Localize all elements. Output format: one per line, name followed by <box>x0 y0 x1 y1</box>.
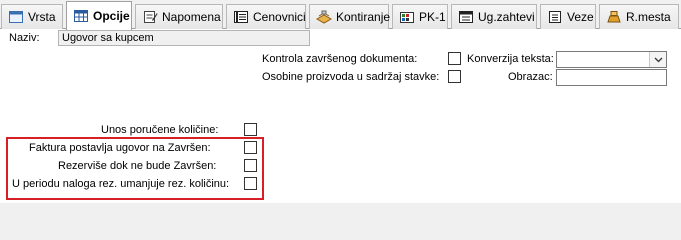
tab-ugzahtevi[interactable]: Ug.zahtevi <box>451 4 537 29</box>
unos-label: Unos poručene količine: <box>101 124 219 136</box>
tab-label: Vrsta <box>28 10 56 24</box>
unos-checkbox[interactable] <box>244 123 257 136</box>
naziv-field[interactable]: Ugovor sa kupcem <box>58 30 310 46</box>
ledger-icon <box>315 10 333 24</box>
obrazac-field[interactable] <box>556 69 667 86</box>
faktura-label: Faktura postavlja ugovor na Završen: <box>29 142 211 154</box>
tab-veze[interactable]: Veze <box>540 4 596 29</box>
rezervise-checkbox[interactable] <box>244 159 257 172</box>
tab-label: R.mesta <box>626 10 671 24</box>
tab-napomena[interactable]: Napomena <box>135 4 223 29</box>
konverzija-select[interactable] <box>556 51 667 68</box>
note-icon <box>142 10 158 24</box>
tab-label: Veze <box>567 10 594 24</box>
tab-label: Ug.zahtevi <box>478 10 535 24</box>
tab-label: PK-1 <box>419 10 446 24</box>
obrazac-label: Obrazac: <box>508 71 553 83</box>
osobine-checkbox[interactable] <box>448 70 461 83</box>
tab-rmesta[interactable]: R.mesta <box>599 4 679 29</box>
periodu-checkbox[interactable] <box>244 177 257 190</box>
tab-cenovnici[interactable]: Cenovnici <box>226 4 306 29</box>
kontrola-label: Kontrola završenog dokumenta: <box>262 53 418 65</box>
tab-label: Kontiranje <box>336 10 391 24</box>
pricelist-icon <box>233 10 249 24</box>
form-icon <box>8 10 24 24</box>
chevron-down-icon <box>654 54 663 66</box>
dropdown-button[interactable] <box>649 52 666 67</box>
kontrola-checkbox[interactable] <box>448 52 461 65</box>
options-panel: Naziv: Ugovor sa kupcem Kontrola završen… <box>0 29 681 203</box>
tab-kontiranje[interactable]: Kontiranje <box>309 4 391 29</box>
tab-strip: Vrsta Opcije Napomena Cenovnici Kontiran… <box>0 0 681 30</box>
tab-label: Opcije <box>93 9 130 23</box>
naziv-label: Naziv: <box>9 32 40 44</box>
tab-label: Cenovnici <box>253 10 306 24</box>
tab-opcije[interactable]: Opcije <box>66 1 132 30</box>
pk-icon <box>399 10 415 24</box>
requests-icon <box>458 10 474 24</box>
osobine-label: Osobine proizvoda u sadržaj stavke: <box>262 71 440 83</box>
faktura-checkbox[interactable] <box>244 141 257 154</box>
rezervise-label: Rezerviše dok ne bude Završen: <box>58 160 217 172</box>
tab-pk1[interactable]: PK-1 <box>392 4 448 29</box>
periodu-label: U periodu naloga rez. umanjuje rez. koli… <box>12 178 230 190</box>
konverzija-label: Konverzija teksta: <box>467 53 554 65</box>
links-icon <box>547 10 563 24</box>
workplace-icon <box>606 10 622 24</box>
grid-icon <box>73 9 89 23</box>
tab-label: Napomena <box>162 10 221 24</box>
tab-vrsta[interactable]: Vrsta <box>1 4 63 29</box>
